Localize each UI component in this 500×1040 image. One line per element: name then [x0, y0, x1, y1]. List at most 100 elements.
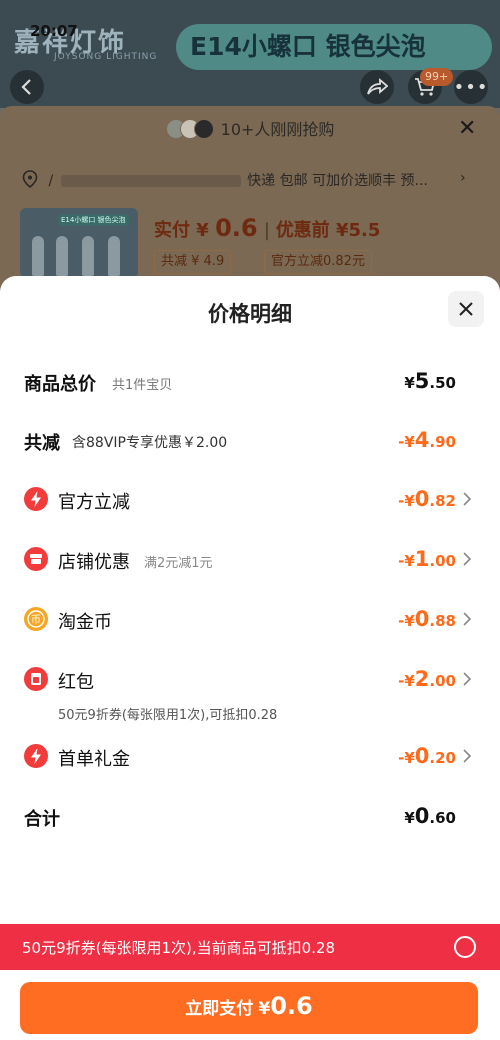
value-int: 2: [414, 667, 430, 691]
price-detail-modal: 价格明细 商品总价 共1件宝贝 ¥5.50 共减 含88VIP专享优惠￥2.00…: [0, 276, 500, 1040]
discount-chip: 共减 ¥ 4.9: [154, 250, 232, 274]
pay-now-button[interactable]: 立即支付 ¥0.6: [20, 982, 478, 1034]
chevron-right-icon: [463, 612, 472, 626]
lightning-icon: [24, 487, 48, 511]
total-price-value: ¥5.50: [404, 369, 456, 393]
total-reduction-value: -¥4.90: [398, 428, 456, 452]
coupon-radio[interactable]: [454, 936, 476, 958]
value-int: 5: [414, 369, 430, 393]
coupon-bar[interactable]: 50元9折券(每张限用1次),当前商品可抵扣0.28: [0, 924, 500, 970]
modal-close-button[interactable]: [448, 291, 484, 327]
discount-label: 淘金币: [58, 612, 112, 633]
discount-value: -¥1.00: [398, 547, 456, 571]
avatar: [193, 119, 214, 139]
more-icon: •••: [453, 76, 489, 98]
discount-sub: 满2元减1元: [144, 556, 213, 571]
value-int: 0: [414, 744, 430, 768]
banner-title: E14小螺口 银色尖泡: [176, 24, 492, 70]
value-dec: .00: [429, 552, 456, 570]
discount-label: 官方立减: [58, 492, 130, 513]
pay-button-label: 立即支付: [185, 999, 254, 1019]
bulb-image: [82, 236, 94, 276]
sum-label: 合计: [24, 809, 60, 830]
lightning-icon: [24, 744, 48, 768]
coin-icon: 币: [24, 607, 48, 631]
red-packet-note: 50元9折券(每张限用1次),可抵扣0.28: [58, 708, 278, 723]
chevron-right-icon: [463, 492, 472, 506]
total-reduction-label: 共减: [24, 433, 60, 454]
total-price-row: 商品总价 共1件宝贝 ¥5.50: [24, 365, 476, 399]
value-dec: .50: [429, 374, 456, 392]
value-int: 0: [414, 607, 430, 631]
value-int: 0: [414, 804, 430, 828]
discount-label: 首单礼金: [58, 749, 130, 770]
back-button[interactable]: [10, 70, 44, 104]
currency: ¥: [404, 809, 415, 827]
discount-label: 店铺优惠: [58, 552, 130, 573]
address-blurred: [61, 175, 242, 187]
rush-buy-notice: 10+人刚刚抢购: [0, 116, 500, 140]
discount-value: -¥2.00: [398, 667, 456, 691]
red-packet-icon: [24, 667, 48, 691]
price-currency: ¥: [196, 220, 209, 241]
bulb-image: [32, 236, 44, 276]
total-reduction-row: 共减 含88VIP专享优惠￥2.00 -¥4.90: [24, 424, 476, 458]
chevron-left-icon: [21, 79, 31, 95]
chevron-right-icon: [463, 749, 472, 763]
close-icon: [459, 302, 473, 316]
shipping-address-row[interactable]: / 快递 包邮 可加价选顺丰 预... ›: [22, 170, 482, 190]
chevron-right-icon: [463, 552, 472, 566]
value-dec: .88: [429, 612, 456, 630]
svg-text:币: 币: [31, 614, 41, 626]
value-dec: .20: [429, 749, 456, 767]
sheet-close-button[interactable]: ✕: [458, 116, 476, 141]
discount-label: 红包: [58, 672, 94, 693]
share-button[interactable]: [360, 70, 394, 104]
discount-row-red-packet[interactable]: 红包 -¥2.00: [24, 663, 476, 697]
discount-value: -¥0.82: [398, 487, 456, 511]
value-int: 1: [414, 547, 430, 571]
discount-value: -¥0.20: [398, 744, 456, 768]
value-prefix: -¥: [398, 552, 415, 570]
chevron-right-icon: ›: [460, 170, 466, 186]
brand-logo-sub: JOYSONG LIGHTING: [54, 52, 158, 62]
value-dec: .82: [429, 492, 456, 510]
location-pin-icon: [22, 170, 38, 189]
discount-chip: 官方立减0.82元: [264, 250, 372, 274]
price-separator: |: [263, 220, 276, 241]
chevron-right-icon: [463, 672, 472, 686]
shop-icon: [24, 547, 48, 571]
sum-row: 合计 ¥0.60: [24, 800, 476, 834]
value-prefix: -¥: [398, 492, 415, 510]
price-label: 实付: [154, 220, 190, 241]
share-icon: [367, 78, 388, 95]
status-time: 20:07: [30, 22, 78, 40]
product-thumbnail-tag: E14小螺口 银色尖泡: [58, 214, 129, 226]
coupon-text: 50元9折券(每张限用1次),当前商品可抵扣0.28: [22, 939, 336, 957]
discount-row-shop[interactable]: 店铺优惠 满2元减1元 -¥1.00: [24, 543, 476, 577]
pay-button-currency: ¥: [258, 999, 271, 1019]
value-prefix: -¥: [398, 672, 415, 690]
currency: ¥: [404, 374, 415, 392]
cart-badge: 99+: [420, 68, 454, 86]
value-dec: .60: [429, 809, 456, 827]
product-thumbnail: E14小螺口 银色尖泡: [20, 208, 138, 278]
buyer-avatars: [165, 119, 216, 139]
total-price-sub: 共1件宝贝: [112, 378, 173, 393]
value-prefix: -¥: [398, 749, 415, 767]
value-dec: .90: [429, 433, 456, 451]
value-dec: .00: [429, 672, 456, 690]
bulb-image: [56, 236, 68, 276]
discount-row-official[interactable]: 官方立减 -¥0.82: [24, 483, 476, 517]
value-prefix: -¥: [398, 433, 415, 451]
pay-button-amount: 0.6: [270, 992, 313, 1020]
sum-value: ¥0.60: [404, 804, 456, 828]
discount-row-first-order[interactable]: 首单礼金 -¥0.20: [24, 740, 476, 774]
more-button[interactable]: •••: [454, 70, 488, 104]
bulb-image: [108, 236, 120, 276]
total-price-label: 商品总价: [24, 374, 96, 395]
shipping-text: 快递 包邮 可加价选顺丰 预...: [247, 173, 428, 189]
price-value: 0.6: [215, 214, 258, 242]
product-price: 实付 ¥ 0.6 | 优惠前 ¥5.5: [154, 214, 380, 242]
discount-row-coins[interactable]: 币 淘金币 -¥0.88: [24, 603, 476, 637]
